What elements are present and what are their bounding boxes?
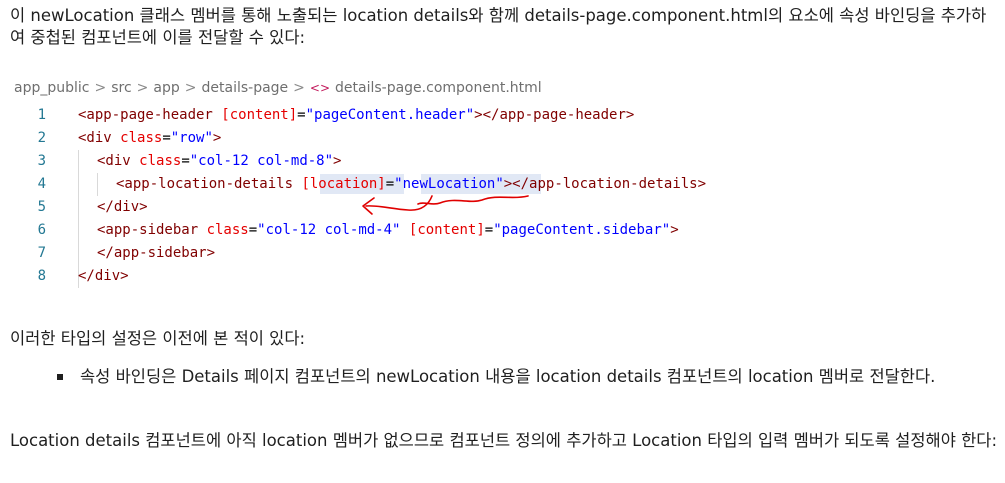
code-text: <div class="row"> <box>78 127 221 150</box>
code-line: 2 <div class="row"> <box>0 127 1005 150</box>
code-token: "newLocation" <box>394 176 504 192</box>
code-token: <app-location-details <box>116 176 302 192</box>
intro-paragraph: 이 newLocation 클래스 멤버를 통해 노출되는 location d… <box>10 6 987 47</box>
code-token: <div <box>97 153 140 169</box>
code-token: <app-page-header <box>78 107 222 123</box>
line-number: 6 <box>37 222 46 238</box>
code-token: = <box>248 222 258 238</box>
code-token: = <box>162 130 171 146</box>
code-token: <div <box>78 130 121 146</box>
code-token: = <box>385 176 395 192</box>
code-token: </app-sidebar> <box>97 245 216 261</box>
chevron-right-icon: > <box>136 80 149 96</box>
code-token: "pageContent.header" <box>305 107 475 123</box>
code-token: class <box>206 222 249 238</box>
line-number: 5 <box>37 199 46 215</box>
code-token: "row" <box>170 130 213 146</box>
breadcrumb: app_public > src > app > details-page > <> detail… <box>14 80 542 96</box>
code-token: > <box>670 222 679 238</box>
seen-before-paragraph: 이러한 타입의 설정은 이전에 본 적이 있다: <box>10 329 306 348</box>
code-text: <app-location-details [location]="newLoc… <box>116 173 706 196</box>
breadcrumb-item-file[interactable]: details-page.component.html <box>335 80 542 96</box>
code-token: > <box>333 153 342 169</box>
chevron-right-icon: > <box>293 80 305 96</box>
code-token: ></app-location-details> <box>503 176 707 192</box>
closing-paragraph: Location details 컴포넌트에 아직 location 멤버가 없… <box>10 431 998 450</box>
code-token: ></app-page-header> <box>474 107 635 123</box>
code-token: class <box>120 130 163 146</box>
code-token: = <box>484 222 494 238</box>
code-text: <app-sidebar class="col-12 col-md-4" [co… <box>97 219 679 242</box>
bullet-icon <box>57 374 63 380</box>
bullet-text: 속성 바인딩은 Details 페이지 컴포넌트의 newLocation 내용… <box>80 367 936 386</box>
code-text: </app-sidebar> <box>97 242 215 265</box>
code-token: [location] <box>301 176 386 192</box>
line-number: 8 <box>37 268 46 284</box>
code-token: [content] <box>221 107 298 123</box>
chevron-right-icon: > <box>94 80 107 96</box>
breadcrumb-item-app[interactable]: app <box>153 80 179 96</box>
code-line: 3 <div class="col-12 col-md-8"> <box>0 150 1005 173</box>
breadcrumb-item-app-public[interactable]: app_public <box>14 80 89 96</box>
breadcrumb-item-src[interactable]: src <box>111 80 131 96</box>
code-text: <div class="col-12 col-md-8"> <box>97 150 341 173</box>
code-token: </div> <box>97 199 148 215</box>
code-token: [content] <box>408 222 485 238</box>
code-token: = <box>181 153 190 169</box>
code-line: 7 </app-sidebar> <box>0 242 1005 265</box>
code-line: 1 <app-page-header [content]="pageContent… <box>0 104 1005 127</box>
line-number: 1 <box>37 107 46 123</box>
code-token: = <box>297 107 306 123</box>
line-number: 7 <box>37 245 46 261</box>
code-text: <app-page-header [content]="pageContent.… <box>78 104 634 127</box>
line-number: 2 <box>37 130 46 146</box>
line-number: 4 <box>37 176 46 192</box>
html-file-icon: <> <box>309 81 331 95</box>
chevron-right-icon: > <box>184 80 197 96</box>
code-token: "col-12 col-md-8" <box>189 153 334 169</box>
code-token: > <box>212 130 222 146</box>
code-text: </div> <box>97 196 148 219</box>
breadcrumb-item-details-page[interactable]: details-page <box>202 80 289 96</box>
code-line: 6 <app-sidebar class="col-12 col-md-4" [c… <box>0 219 1005 242</box>
code-line: 4 <app-location-details [location]="newLo… <box>0 173 1005 196</box>
code-token: <app-sidebar <box>97 222 207 238</box>
line-number: 3 <box>37 153 46 169</box>
code-token: "col-12 col-md-4" <box>257 222 409 238</box>
code-token: "pageContent.sidebar" <box>493 222 671 238</box>
code-line: 8 </div> <box>0 265 1005 288</box>
code-token: class <box>139 153 182 169</box>
code-token: </div> <box>78 268 129 284</box>
code-line: 5 </div> <box>0 196 1005 219</box>
code-text: </div> <box>78 265 129 288</box>
